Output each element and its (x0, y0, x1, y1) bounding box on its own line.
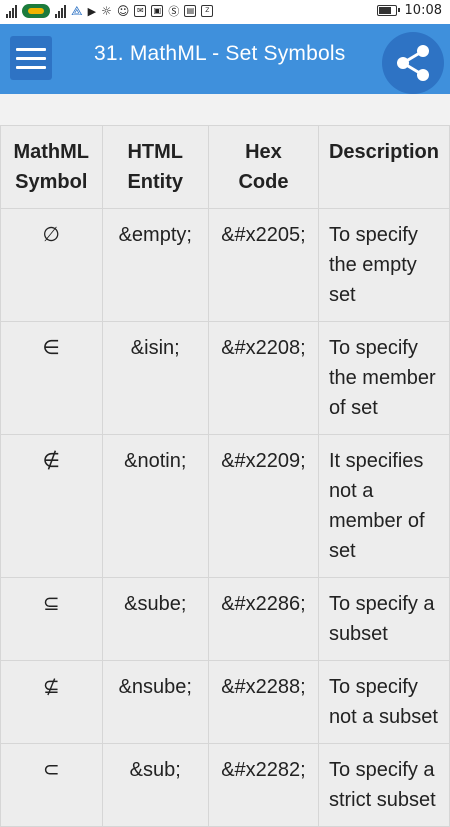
hex-cell: &#x2288; (207, 660, 319, 744)
app-bar: 31. MathML - Set Symbols (0, 24, 450, 94)
table-header-row: MathML Symbol HTML Entity Hex Code Descr… (0, 125, 450, 209)
doc-icon: ▤ (184, 5, 197, 17)
hex-cell: &#x2208; (207, 321, 319, 435)
entity-cell: &sube; (101, 577, 209, 661)
table-row: ⊆ &sube; &#x2286; To specify a subset (0, 577, 450, 661)
symbol-cell: ∉ (0, 434, 103, 578)
hex-cell: &#x2205; (207, 208, 319, 322)
content-area: MathML Symbol HTML Entity Hex Code Descr… (0, 125, 450, 827)
entity-cell: &isin; (101, 321, 209, 435)
table-row: ⊈ &nsube; &#x2288; To specify not a subs… (0, 660, 450, 744)
share-icon (397, 45, 429, 81)
hex-cell: &#x2209; (207, 434, 319, 578)
mail-icon: ✉ (134, 5, 147, 17)
signal-icon-2 (55, 4, 66, 18)
play-icon: ▶ (87, 4, 97, 18)
wink-icon: ☺ (116, 4, 130, 18)
carrier-logo-icon (22, 4, 50, 18)
signal-icon (6, 4, 17, 18)
hex-cell: &#x2286; (207, 577, 319, 661)
symbol-cell: ∈ (0, 321, 103, 435)
symbol-cell: ⊂ (0, 743, 103, 827)
skype-icon: Ⓢ (168, 5, 180, 18)
description-cell: To specify a subset (317, 577, 450, 661)
header-hex-code: Hex Code (207, 125, 319, 209)
status-time: 10:08 (404, 3, 442, 18)
table-row: ∈ &isin; &#x2208; To specify the member … (0, 321, 450, 435)
share-network-icon: ⟁ (71, 3, 83, 19)
header-mathml-symbol: MathML Symbol (0, 125, 103, 209)
symbol-cell: ⊈ (0, 660, 103, 744)
menu-button[interactable] (10, 36, 52, 80)
table-row: ⊂ &sub; &#x2282; To specify a strict sub… (0, 743, 450, 827)
status-bar: ⟁ ▶ ☼ ☺ ✉ ▣ Ⓢ ▤ Z 10:08 (0, 0, 450, 24)
description-cell: It specifies not a member of set (317, 434, 450, 578)
status-icons-right: 10:08 (376, 3, 442, 18)
description-cell: To specify a strict subset (317, 743, 450, 827)
symbol-cell: ⊆ (0, 577, 103, 661)
page-title: 31. MathML - Set Symbols (94, 42, 346, 65)
share-button[interactable] (382, 32, 444, 94)
description-cell: To specify the empty set (317, 208, 450, 322)
description-cell: To specify not a subset (317, 660, 450, 744)
hamburger-icon-line (16, 56, 46, 60)
hamburger-icon-line (16, 65, 46, 69)
entity-cell: &empty; (101, 208, 209, 322)
status-icons-left: ⟁ ▶ ☼ ☺ ✉ ▣ Ⓢ ▤ Z (6, 3, 214, 19)
battery-icon (376, 5, 400, 16)
image-icon: ▣ (151, 5, 164, 17)
zalo-icon: Z (201, 5, 214, 17)
description-cell: To specify the member of set (317, 321, 450, 435)
header-description: Description (317, 125, 450, 209)
hex-cell: &#x2282; (207, 743, 319, 827)
table-row: ∅ &empty; &#x2205; To specify the empty … (0, 208, 450, 322)
set-symbols-table: MathML Symbol HTML Entity Hex Code Descr… (0, 125, 450, 827)
entity-cell: &sub; (101, 743, 209, 827)
entity-cell: &notin; (101, 434, 209, 578)
table-row: ∉ &notin; &#x2209; It specifies not a me… (0, 434, 450, 578)
hamburger-icon-line (16, 47, 46, 51)
entity-cell: &nsube; (101, 660, 209, 744)
sun-icon: ☼ (101, 4, 112, 18)
symbol-cell: ∅ (0, 208, 103, 322)
header-html-entity: HTML Entity (101, 125, 209, 209)
